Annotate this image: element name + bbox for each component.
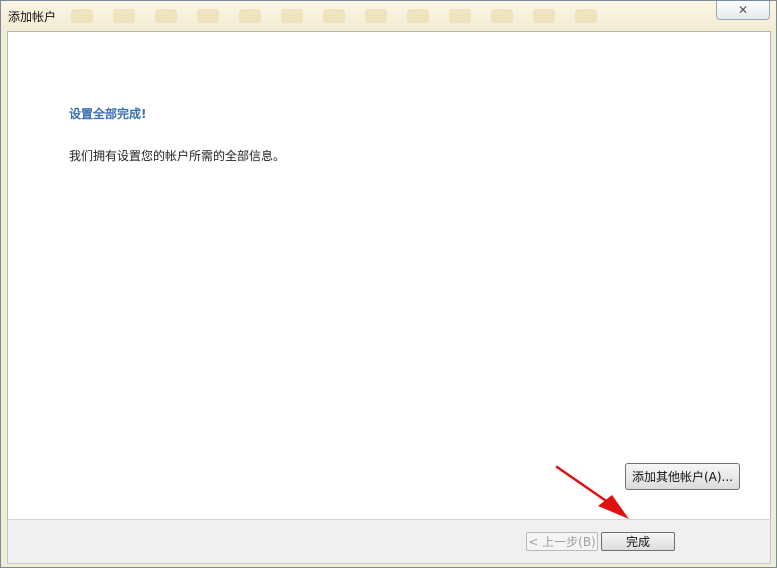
toolbar-ghost-icon <box>71 9 93 23</box>
close-icon: ✕ <box>737 3 749 17</box>
toolbar-ghost-icon <box>239 9 261 23</box>
finish-button[interactable]: 完成 <box>601 532 675 551</box>
page-title: 设置全部完成! <box>69 107 147 121</box>
toolbar-ghost-icon <box>113 9 135 23</box>
toolbar-ghost-icon <box>449 9 471 23</box>
toolbar-ghost-icon <box>491 9 513 23</box>
toolbar-ghost-icon <box>197 9 219 23</box>
toolbar-ghost-icon <box>575 9 597 23</box>
toolbar-ghost-icon <box>365 9 387 23</box>
button-bar: < 上一步(B) 完成 <box>7 519 771 564</box>
title-bar: 添加帐户 ✕ <box>1 1 776 31</box>
toolbar-ghost-icon <box>323 9 345 23</box>
info-message: 我们拥有设置您的帐户所需的全部信息。 <box>69 149 286 163</box>
toolbar-ghost-icon <box>407 9 429 23</box>
toolbar-ghost-icon <box>155 9 177 23</box>
previous-button: < 上一步(B) <box>526 532 598 551</box>
add-account-dialog: 添加帐户 ✕ 设置全部完成! 我们拥有设置您的帐户所需的全部信息。 添加其他帐户… <box>0 0 777 568</box>
toolbar-ghost-icon <box>281 9 303 23</box>
background-toolbar <box>71 9 597 25</box>
window-title: 添加帐户 <box>8 10 57 24</box>
content-panel: 设置全部完成! 我们拥有设置您的帐户所需的全部信息。 添加其他帐户(A)... <box>7 31 771 520</box>
close-button[interactable]: ✕ <box>716 1 770 20</box>
add-other-account-button[interactable]: 添加其他帐户(A)... <box>625 463 740 490</box>
toolbar-ghost-icon <box>533 9 555 23</box>
